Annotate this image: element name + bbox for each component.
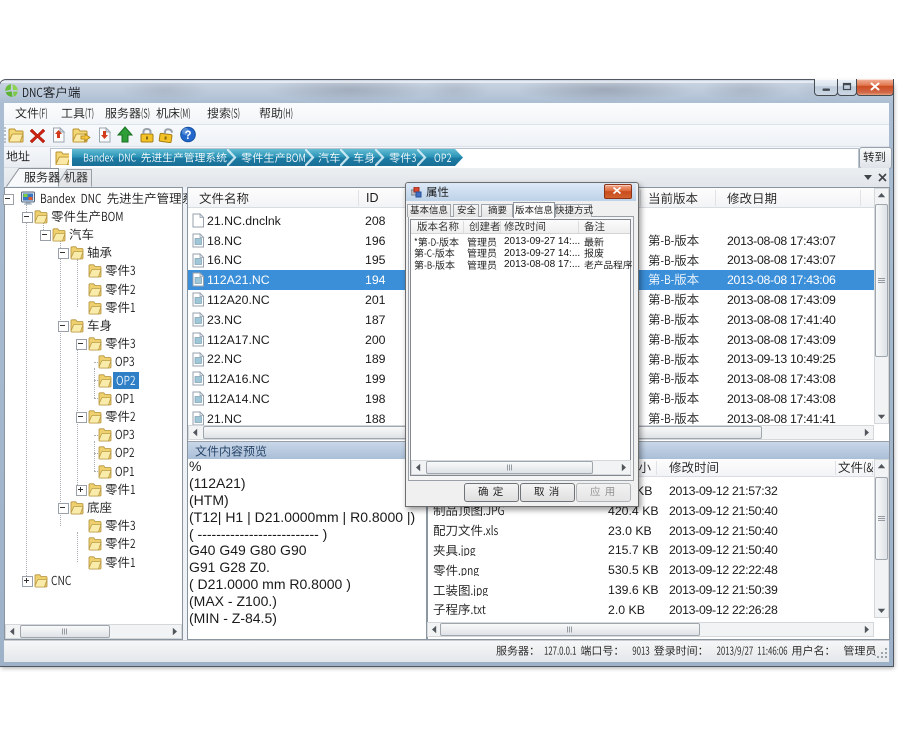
svg-text:?: ?: [184, 130, 191, 142]
